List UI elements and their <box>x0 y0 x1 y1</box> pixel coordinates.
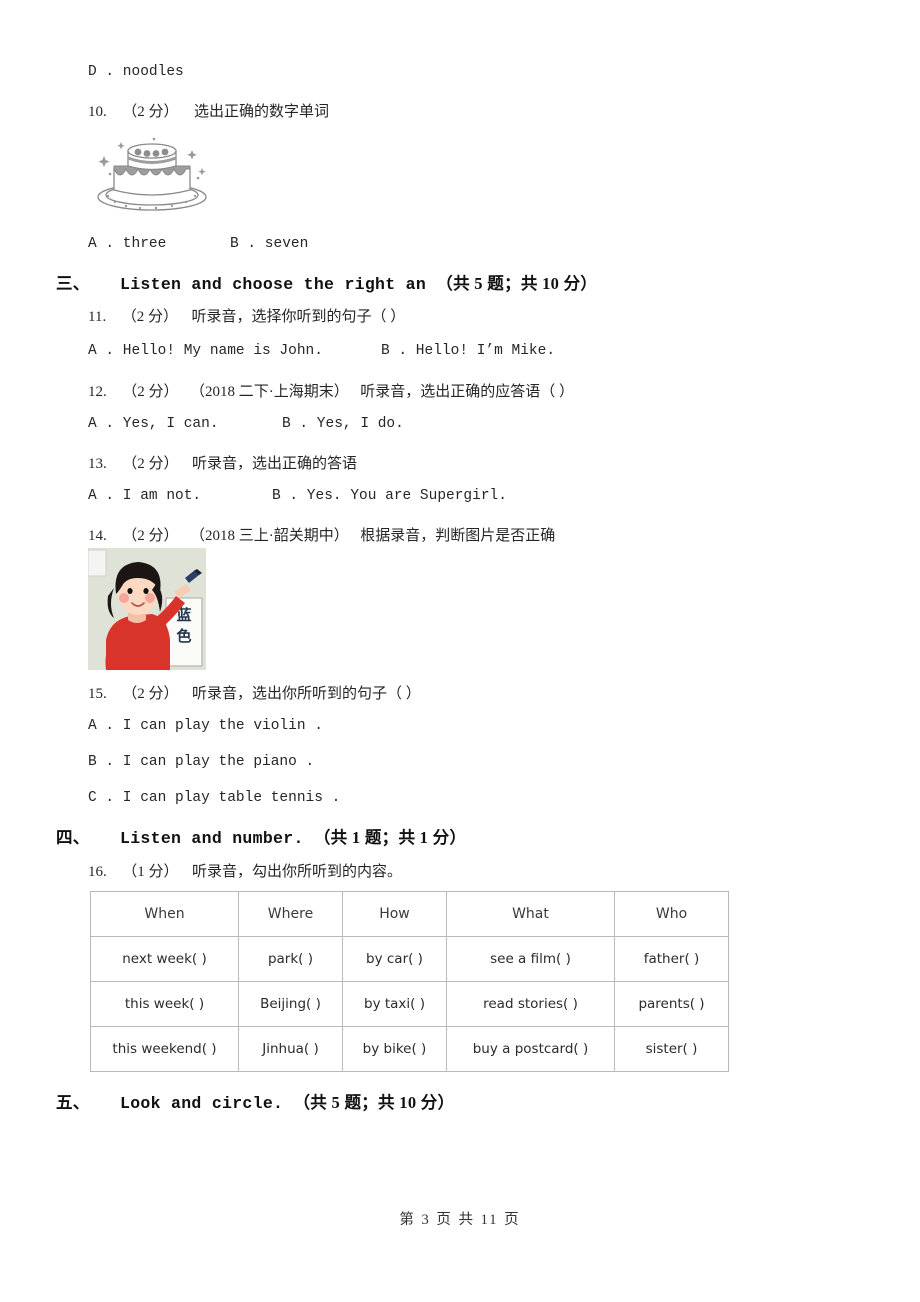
table-cell[interactable]: by taxi( ) <box>342 981 447 1027</box>
question-13-score: （2 分） <box>122 456 179 472</box>
question-12-option-b[interactable]: B . Yes, I do. <box>282 416 404 432</box>
question-12-prompt: 听录音，选出正确的应答语（ ） <box>360 384 575 400</box>
section-4-title: Listen and number. <box>120 829 304 848</box>
table-row: this weekend( ) Jinhua( ) by bike( ) buy… <box>90 1026 729 1072</box>
birthday-cake-illustration <box>88 136 216 214</box>
section-4-index: 四、 <box>56 828 90 847</box>
question-15-option-c[interactable]: C . I can play table tennis . <box>88 790 340 806</box>
question-12-source: （2018 二下·上海期末） <box>190 384 349 400</box>
question-12-score: （2 分） <box>122 384 179 400</box>
table-cell[interactable]: park( ) <box>238 936 343 982</box>
question-13-number: 13. <box>88 456 107 472</box>
table-header-when: When <box>90 891 239 937</box>
table-header-row: When Where How What Who <box>90 891 729 937</box>
section-5-index: 五、 <box>56 1093 90 1112</box>
question-14-number: 14. <box>88 528 107 544</box>
question-11-option-a[interactable]: A . Hello! My name is John. <box>88 343 323 359</box>
question-16-prompt: 听录音，勾出你所听到的内容。 <box>192 864 403 880</box>
table-cell[interactable]: this week( ) <box>90 981 239 1027</box>
question-11-option-b[interactable]: B . Hello! I’m Mike. <box>381 343 555 359</box>
question-10-option-b[interactable]: B . seven <box>230 236 308 252</box>
table-header-where: Where <box>238 891 343 937</box>
question-13-option-b[interactable]: B . Yes. You are Supergirl. <box>272 488 507 504</box>
section-4-heading: 四、 Listen and number. （共 1 题；共 1 分） <box>56 824 466 848</box>
table-cell[interactable]: by car( ) <box>342 936 447 982</box>
table-header-who: Who <box>614 891 729 937</box>
question-14-source: （2018 三上·韶关期中） <box>190 528 349 544</box>
svg-text:色: 色 <box>176 627 191 645</box>
section-5-meta: （共 5 题；共 10 分） <box>293 1093 455 1112</box>
question-10-header: 10. （2 分） 选出正确的数字单词 <box>88 100 329 121</box>
table-header-how: How <box>342 891 447 937</box>
table-cell[interactable]: Jinhua( ) <box>238 1026 343 1072</box>
table-cell[interactable]: parents( ) <box>614 981 729 1027</box>
table-cell[interactable]: Beijing( ) <box>238 981 343 1027</box>
question-14-score: （2 分） <box>122 528 179 544</box>
table-cell[interactable]: sister( ) <box>614 1026 729 1072</box>
question-15-option-a[interactable]: A . I can play the violin . <box>88 718 323 734</box>
question-13-prompt: 听录音，选出正确的答语 <box>192 456 358 472</box>
section-3-heading: 三、 Listen and choose the right an （共 5 题… <box>56 270 597 294</box>
option-d-noodles: D . noodles <box>88 64 184 80</box>
section-3-title: Listen and choose the right an <box>120 275 427 294</box>
table-cell[interactable]: this weekend( ) <box>90 1026 239 1072</box>
table-cell[interactable]: buy a postcard( ) <box>446 1026 615 1072</box>
question-13-header: 13. （2 分） 听录音，选出正确的答语 <box>88 452 357 473</box>
question-10-number: 10. <box>88 104 107 120</box>
question-11-number: 11. <box>88 309 107 325</box>
listen-and-number-table: When Where How What Who next week( ) par… <box>90 891 729 1072</box>
question-11-score: （2 分） <box>121 309 178 325</box>
table-cell[interactable]: see a film( ) <box>446 936 615 982</box>
question-15-score: （2 分） <box>122 686 179 702</box>
question-12-number: 12. <box>88 384 107 400</box>
table-cell[interactable]: read stories( ) <box>446 981 615 1027</box>
question-16-number: 16. <box>88 864 107 880</box>
section-5-title: Look and circle. <box>120 1094 284 1113</box>
question-10-prompt: 选出正确的数字单词 <box>194 104 330 120</box>
question-16-score: （1 分） <box>122 864 179 880</box>
question-15-prompt: 听录音，选出你所听到的句子（ ） <box>192 686 421 702</box>
table-row: next week( ) park( ) by car( ) see a fil… <box>90 936 729 982</box>
table-header-what: What <box>446 891 615 937</box>
question-11-prompt: 听录音，选择你听到的句子（ ） <box>191 309 406 325</box>
question-11-header: 11. （2 分） 听录音，选择你听到的句子（ ） <box>88 305 405 326</box>
section-3-index: 三、 <box>56 274 90 293</box>
section-4-meta: （共 1 题；共 1 分） <box>313 828 467 847</box>
section-3-meta: （共 5 题；共 10 分） <box>436 274 598 293</box>
question-14-header: 14. （2 分） （2018 三上·韶关期中） 根据录音，判断图片是否正确 <box>88 524 555 545</box>
table-cell[interactable]: father( ) <box>614 936 729 982</box>
question-12-header: 12. （2 分） （2018 二下·上海期末） 听录音，选出正确的应答语（ ） <box>88 380 574 401</box>
section-5-heading: 五、 Look and circle. （共 5 题；共 10 分） <box>56 1089 454 1113</box>
page-footer: 第 3 页 共 11 页 <box>399 1212 521 1228</box>
table-row: this week( ) Beijing( ) by taxi( ) read … <box>90 981 729 1027</box>
question-15-header: 15. （2 分） 听录音，选出你所听到的句子（ ） <box>88 682 421 703</box>
exam-page: D . noodles 10. （2 分） 选出正确的数字单词 A . thre… <box>0 0 920 1302</box>
girl-pointing-at-blue-card-photo: 蓝 色 <box>88 548 206 670</box>
question-14-prompt: 根据录音，判断图片是否正确 <box>360 528 556 544</box>
question-13-option-a[interactable]: A . I am not. <box>88 488 201 504</box>
question-10-option-a[interactable]: A . three <box>88 236 166 252</box>
table-cell[interactable]: next week( ) <box>90 936 239 982</box>
question-10-score: （2 分） <box>122 104 179 120</box>
question-16-header: 16. （1 分） 听录音，勾出你所听到的内容。 <box>88 860 402 881</box>
question-15-number: 15. <box>88 686 107 702</box>
question-12-option-a[interactable]: A . Yes, I can. <box>88 416 219 432</box>
question-15-option-b[interactable]: B . I can play the piano . <box>88 754 314 770</box>
table-cell[interactable]: by bike( ) <box>342 1026 447 1072</box>
